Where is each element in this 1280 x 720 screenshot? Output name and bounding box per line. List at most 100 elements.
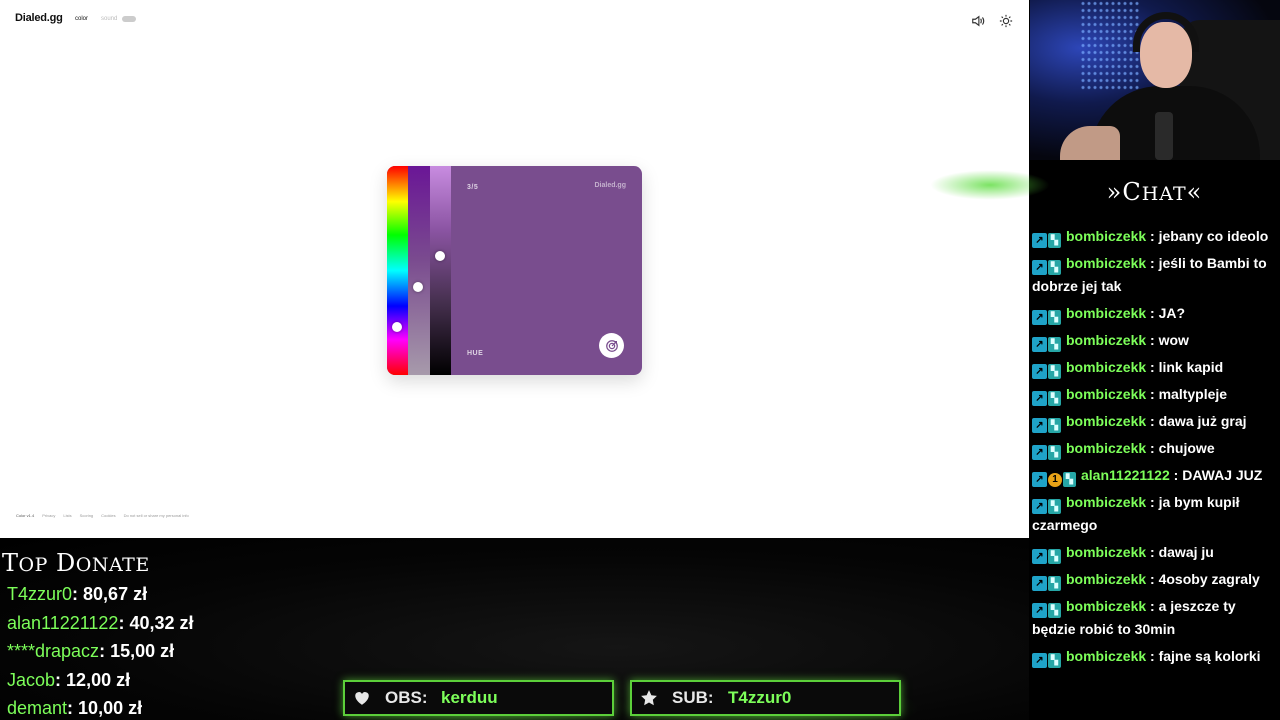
nav-sound-link[interactable]: sound [101, 16, 117, 22]
chat-message-text: 4osoby zagraly [1158, 571, 1260, 587]
sub-value: T4zzur0 [728, 688, 792, 707]
sub-label: SUB: [672, 688, 714, 707]
footer-link[interactable]: Scoring [80, 513, 94, 518]
moderator-badge-icon: ↗ [1032, 576, 1047, 591]
moderator-badge-icon: ↗ [1032, 310, 1047, 325]
donor-name: demant [7, 698, 68, 718]
color-game-card: 3/5 Dialed.gg HUE [387, 166, 642, 375]
chat-message: ↗ ▚ bombiczekk : jeśli to Bambi to dobrze … [1032, 255, 1267, 294]
lightness-slider[interactable] [430, 166, 451, 375]
chat-message-text: link kapid [1158, 359, 1224, 375]
speaker-icon[interactable] [971, 14, 985, 28]
sound-toggle[interactable] [122, 16, 136, 22]
chat-username[interactable]: bombiczekk [1066, 571, 1146, 587]
chat-message-text: wow [1158, 332, 1189, 348]
chat-badge-icon: ▚ [1063, 472, 1076, 487]
top-donate-entry: alan11221122: 40,32 zł [7, 612, 194, 633]
chat-username[interactable]: bombiczekk [1066, 648, 1146, 664]
chat-message-text: chujowe [1158, 440, 1215, 456]
footer-link[interactable]: Color v1.4 [16, 513, 34, 518]
slider-label: HUE [467, 350, 484, 357]
chat-badge-icon: ▚ [1048, 576, 1061, 591]
chat-badge-icon: ▚ [1048, 549, 1061, 564]
chat-title: »CHAT« [1106, 178, 1203, 206]
footer-link[interactable]: Do not sell or share my personal info [124, 513, 189, 518]
chat-message-text: DAWAJ JUZ [1182, 467, 1263, 483]
chat-username[interactable]: bombiczekk [1066, 255, 1146, 271]
chat-message: ↗ ▚ bombiczekk : ja bym kupił czarmego [1032, 494, 1240, 533]
chat-username[interactable]: bombiczekk [1066, 332, 1146, 348]
chat-message-text: dawa już graj [1158, 413, 1247, 429]
hue-slider-handle[interactable] [392, 322, 402, 332]
chat-username[interactable]: bombiczekk [1066, 544, 1146, 560]
submit-button[interactable] [599, 333, 624, 358]
chat-badge-icon: ▚ [1048, 233, 1061, 248]
moderator-badge-icon: ↗ [1032, 445, 1047, 460]
moderator-badge-icon: ↗ [1032, 391, 1047, 406]
chat-badge-icon: ▚ [1048, 260, 1061, 275]
donor-name: Jacob [7, 669, 56, 690]
donation-amount: 10,00 zł [78, 698, 143, 718]
chat-username[interactable]: bombiczekk [1066, 228, 1146, 244]
chat-username[interactable]: alan11221122 [1081, 467, 1170, 483]
chat-message: ↗ ▚ bombiczekk : dawaj ju [1032, 541, 1278, 564]
chat-badge-icon: ▚ [1048, 445, 1061, 460]
chat-badge-icon: ▚ [1048, 603, 1061, 618]
chat-badge-icon: ▚ [1048, 653, 1061, 668]
top-donate-title: TOP DONATE [2, 549, 150, 577]
obs-value: kerduu [441, 688, 498, 707]
chat-message: ↗ ▚ bombiczekk : 4osoby zagraly [1032, 568, 1278, 591]
chat-username[interactable]: bombiczekk [1066, 494, 1146, 510]
webcam-feed [1030, 0, 1280, 160]
chat-badge-icon: ▚ [1048, 310, 1061, 325]
chat-username[interactable]: bombiczekk [1066, 359, 1146, 375]
donor-name: alan11221122 [7, 612, 119, 633]
top-donate-entry: demant: 10,00 zł [7, 698, 143, 718]
chat-message: ↗ ▚ bombiczekk : wow [1032, 329, 1278, 352]
donation-amount: 15,00 zł [110, 641, 175, 661]
lightness-slider-handle[interactable] [435, 251, 445, 261]
chat-username[interactable]: bombiczekk [1066, 598, 1146, 614]
top-donate-entry: Jacob: 12,00 zł [7, 669, 131, 690]
chat-message-text: fajne są kolorki [1158, 648, 1261, 664]
saturation-slider-handle[interactable] [413, 282, 423, 292]
chat-username[interactable]: bombiczekk [1066, 440, 1146, 456]
heart-icon [355, 692, 369, 705]
browser-capture: Dialed.gg color sound 3/5 Dialed.gg HUE … [0, 0, 1029, 538]
chat-message: ↗ ▚ bombiczekk : maltypleje [1032, 383, 1278, 406]
moderator-badge-icon: ↗ [1032, 260, 1047, 275]
footer-link[interactable]: Lists [63, 513, 71, 518]
moderator-badge-icon: ↗ [1032, 472, 1047, 487]
moderator-badge-icon: ↗ [1032, 337, 1047, 352]
chat-message: ↗ ▚ bombiczekk : link kapid [1032, 356, 1278, 379]
chat-badge-icon: ▚ [1048, 499, 1061, 514]
chat-username[interactable]: bombiczekk [1066, 413, 1146, 429]
footer-link[interactable]: Privacy [42, 513, 55, 518]
moderator-badge-icon: ↗ [1032, 603, 1047, 618]
footer-links: Color v1.4 Privacy Lists Scoring Cookies Do n… [16, 513, 189, 518]
target-icon [605, 339, 618, 352]
chat-message-text: maltypleje [1158, 386, 1228, 402]
chat-message: ↗ ▚ bombiczekk : chujowe [1032, 437, 1278, 460]
saturation-slider[interactable] [408, 166, 430, 375]
sun-icon[interactable] [999, 14, 1013, 28]
chat-message: ↗ ▚ bombiczekk : fajne są kolorki [1032, 645, 1278, 668]
chat-message-text: JA? [1158, 305, 1186, 321]
chat-panel: »CHAT« ↗ ▚ bombiczekk : jebany co ideolo ↗ ▚… [1029, 160, 1280, 720]
top-donate-entry: ****drapacz: 15,00 zł [7, 641, 175, 661]
chat-username[interactable]: bombiczekk [1066, 305, 1146, 321]
chat-badge-icon: ▚ [1048, 418, 1061, 433]
nav-color-link[interactable]: color [75, 16, 88, 22]
moderator-badge-icon: ↗ [1032, 499, 1047, 514]
site-logo[interactable]: Dialed.gg [15, 12, 63, 24]
footer-link[interactable]: Cookies [101, 513, 115, 518]
donation-amount: 80,67 zł [83, 584, 148, 604]
subscriber-badge-icon: 1 [1048, 473, 1062, 487]
hue-slider[interactable] [387, 166, 408, 375]
card-brand: Dialed.gg [594, 182, 626, 189]
round-counter: 3/5 [467, 184, 479, 191]
chat-message: ↗ ▚ bombiczekk : JA? [1032, 302, 1278, 325]
chat-message-text: jebany co ideolo [1158, 228, 1269, 244]
obs-bar: OBS: kerduu [343, 680, 614, 716]
chat-username[interactable]: bombiczekk [1066, 386, 1146, 402]
